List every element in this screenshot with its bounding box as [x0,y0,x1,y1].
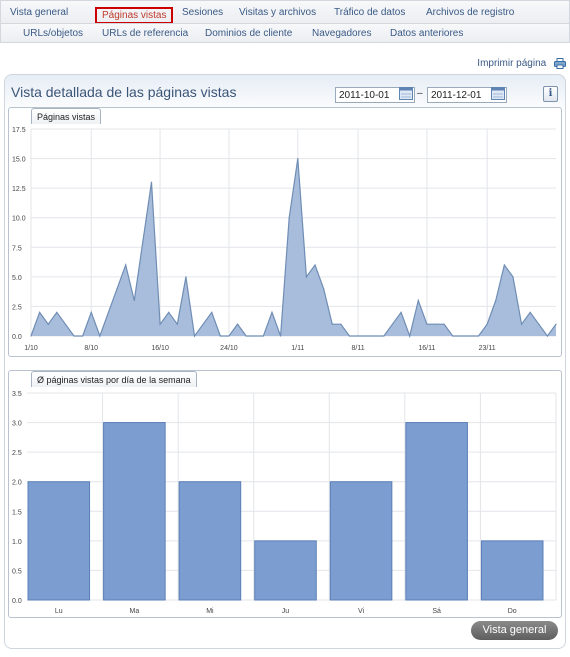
x-tick-label: Ma [129,608,139,615]
weekday-bar-chart: 0.0 0.5 1.0 1.5 2.0 2.5 3.0 3.5 Lu Ma Mi Ju Vi Sá Do [12,391,557,615]
x-tick-label: Lu [55,608,63,615]
bar-ma [103,422,166,601]
x-tick-label: Sá [432,608,441,615]
y-tick-label: 2.5 [12,450,22,457]
bar-mi [178,481,242,601]
y-tick-label: 0.0 [12,598,22,605]
bar-vi [329,481,393,601]
x-tick-label: Ju [282,608,290,615]
y-tick-label: 2.0 [12,480,22,487]
x-tick-label: Do [508,608,517,615]
overview-button[interactable]: Vista general [471,621,558,640]
bar-ju [254,540,317,601]
bar-sá [405,422,468,601]
y-tick-label: 0.5 [12,568,22,575]
x-tick-label: Mi [206,608,214,615]
bar-do [480,540,544,601]
y-tick-label: 1.5 [12,509,22,516]
bar-lu [27,481,91,601]
y-tick-label: 1.0 [12,539,22,546]
y-tick-label: 3.5 [12,391,22,398]
x-tick-label: Vi [358,608,365,615]
y-tick-label: 3.0 [12,421,22,428]
